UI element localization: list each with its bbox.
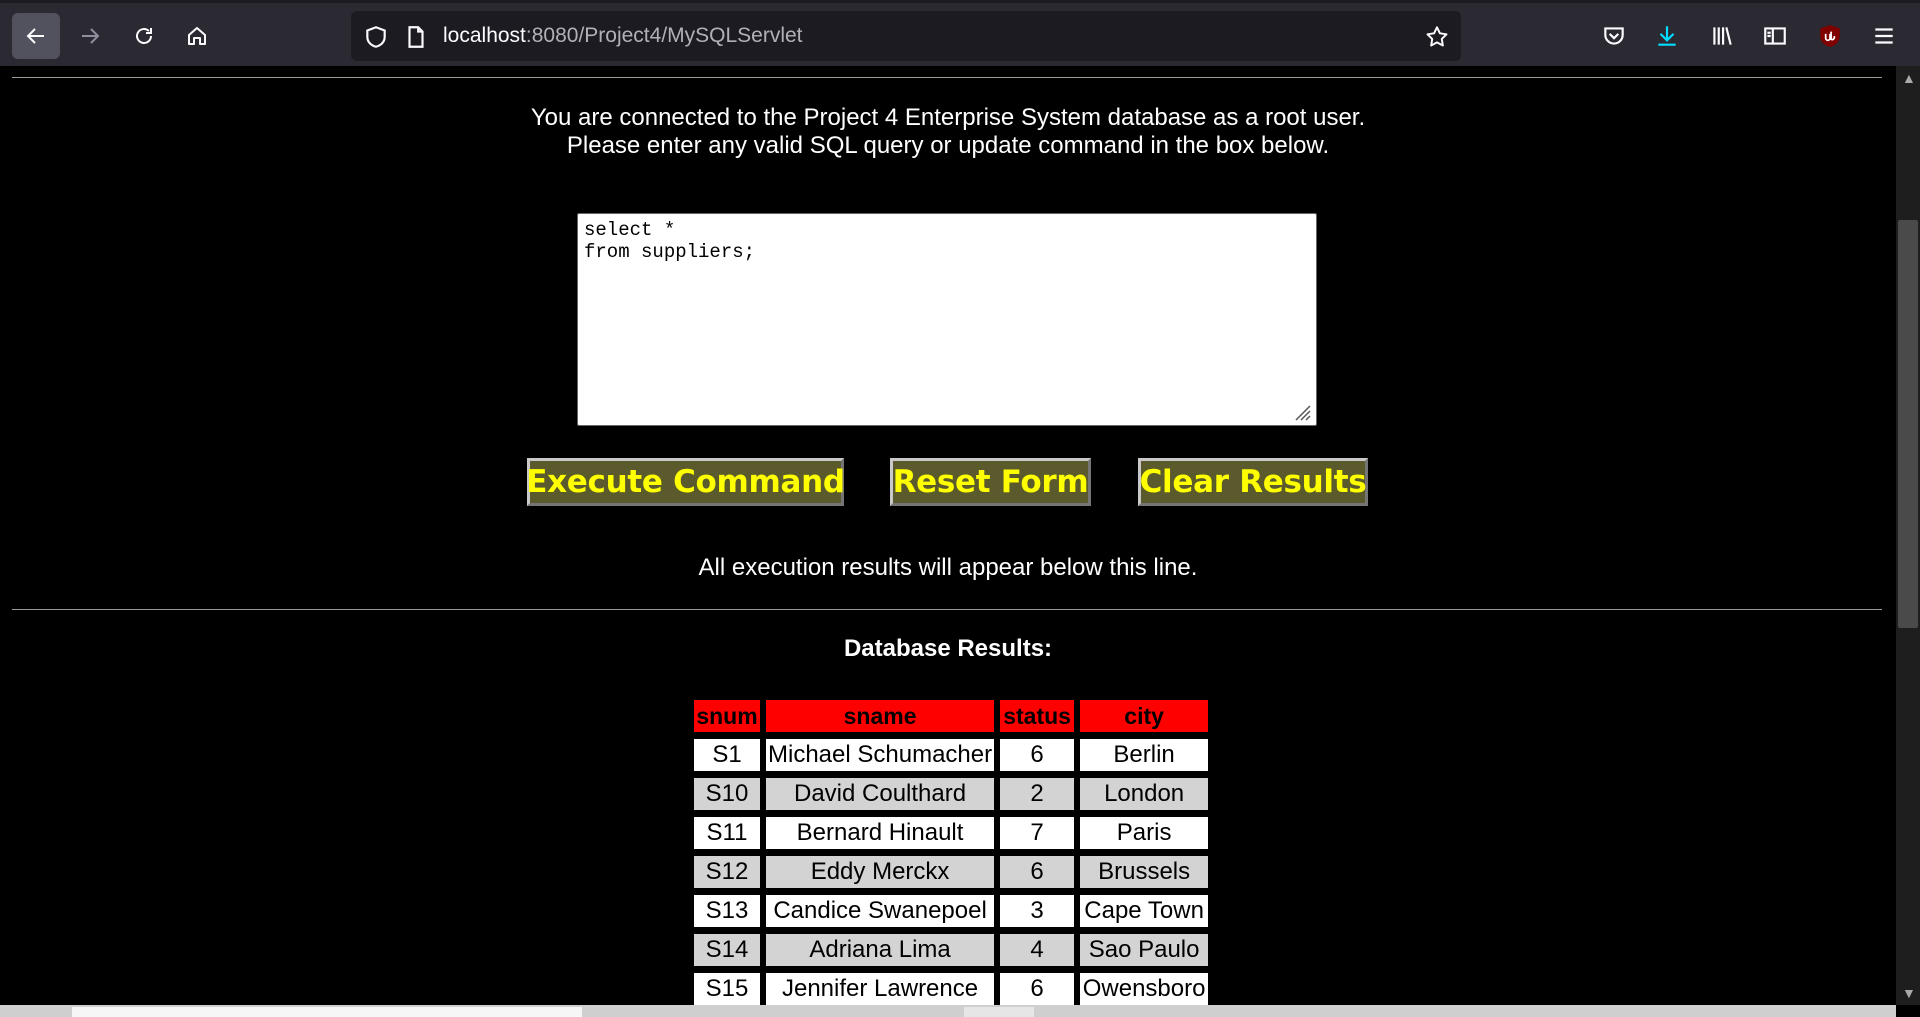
url-text[interactable]: localhost:8080/Project4/MySQLServlet [443,24,803,48]
cell-snum: S11 [694,817,760,849]
cell-status: 6 [1000,739,1075,771]
table-row: S10 David Coulthard 2 London [694,778,1209,810]
cell-city: Paris [1080,817,1209,849]
horizontal-scrollbar[interactable] [0,1005,1896,1017]
table-row: S11 Bernard Hinault 7 Paris [694,817,1209,849]
sql-query-input[interactable]: select * from suppliers; [577,213,1317,426]
page-info-icon[interactable] [403,24,429,50]
horizontal-scrollbar-thumb[interactable] [72,1007,582,1017]
cell-status: 4 [1000,934,1075,966]
table-row: S1 Michael Schumacher 6 Berlin [694,739,1209,771]
menu-button[interactable] [1863,15,1905,57]
table-row: S15 Jennifer Lawrence 6 Owensboro [694,973,1209,1005]
cell-city: Sao Paulo [1080,934,1209,966]
cell-city: London [1080,778,1209,810]
cell-city: Brussels [1080,856,1209,888]
results-note: All execution results will appear below … [698,554,1198,581]
page-viewport: You are connected to the Project 4 Enter… [0,66,1896,1005]
home-button[interactable] [173,13,221,59]
scroll-up-arrow-icon[interactable]: ▲ [1902,70,1916,86]
scroll-down-arrow-icon[interactable]: ▼ [1902,985,1916,1001]
vertical-scrollbar[interactable]: ▲ ▼ [1896,66,1920,1005]
cell-status: 6 [1000,973,1075,1005]
cell-sname: David Coulthard [766,778,995,810]
back-button[interactable] [12,13,60,59]
table-row: S12 Eddy Merckx 6 Brussels [694,856,1209,888]
intro-line-2: Please enter any valid SQL query or upda… [566,132,1330,159]
scrollbar-thumb[interactable] [1898,220,1918,628]
cell-status: 3 [1000,895,1075,927]
horizontal-scrollbar-segment [964,1007,1034,1017]
top-divider [12,77,1882,78]
results-table: snum sname status city S1 Michael Schuma… [688,693,1214,1005]
cell-status: 6 [1000,856,1075,888]
hamburger-icon [1875,28,1893,44]
arrow-right-icon [82,28,100,44]
results-title: Database Results: [843,635,1053,662]
bookmark-star-icon[interactable] [1424,24,1450,50]
ublock-shield-icon [1820,25,1840,47]
reload-icon [136,28,152,44]
cell-snum: S15 [694,973,760,1005]
forward-button[interactable] [66,13,114,59]
cell-sname: Jennifer Lawrence [766,973,995,1005]
download-icon [1658,26,1676,46]
cell-snum: S12 [694,856,760,888]
sidebar-icon [1764,27,1786,45]
pocket-icon [1604,27,1624,45]
cell-snum: S10 [694,778,760,810]
cell-sname: Adriana Lima [766,934,995,966]
cell-city: Owensboro [1080,973,1209,1005]
arrow-left-icon [26,28,44,44]
results-divider [12,609,1882,610]
table-row: S14 Adriana Lima 4 Sao Paulo [694,934,1209,966]
reload-button[interactable] [120,13,168,59]
resize-grip-icon[interactable] [1290,400,1312,422]
downloads-button[interactable] [1646,15,1688,57]
sidebar-button[interactable] [1754,15,1796,57]
reset-form-button[interactable]: Reset Form [890,458,1091,506]
column-header-city: city [1080,700,1209,732]
library-button[interactable] [1701,15,1743,57]
shield-icon[interactable] [363,24,389,50]
cell-snum: S14 [694,934,760,966]
browser-toolbar: localhost:8080/Project4/MySQLServlet [0,0,1920,66]
cell-city: Cape Town [1080,895,1209,927]
cell-snum: S1 [694,739,760,771]
ublock-button[interactable] [1809,15,1851,57]
home-icon [188,27,206,45]
cell-status: 7 [1000,817,1075,849]
column-header-snum: snum [694,700,760,732]
cell-sname: Bernard Hinault [766,817,995,849]
pocket-button[interactable] [1593,15,1635,57]
clear-results-button[interactable]: Clear Results [1138,458,1368,506]
execute-command-button[interactable]: Execute Command [526,458,845,506]
column-header-sname: sname [766,700,995,732]
cell-snum: S13 [694,895,760,927]
library-icon [1713,27,1732,45]
table-header-row: snum sname status city [694,700,1209,732]
cell-sname: Eddy Merckx [766,856,995,888]
table-row: S13 Candice Swanepoel 3 Cape Town [694,895,1209,927]
cell-city: Berlin [1080,739,1209,771]
intro-line-1: You are connected to the Project 4 Enter… [530,104,1366,131]
column-header-status: status [1000,700,1075,732]
url-bar[interactable]: localhost:8080/Project4/MySQLServlet [351,11,1461,61]
cell-sname: Candice Swanepoel [766,895,995,927]
cell-sname: Michael Schumacher [766,739,995,771]
cell-status: 2 [1000,778,1075,810]
